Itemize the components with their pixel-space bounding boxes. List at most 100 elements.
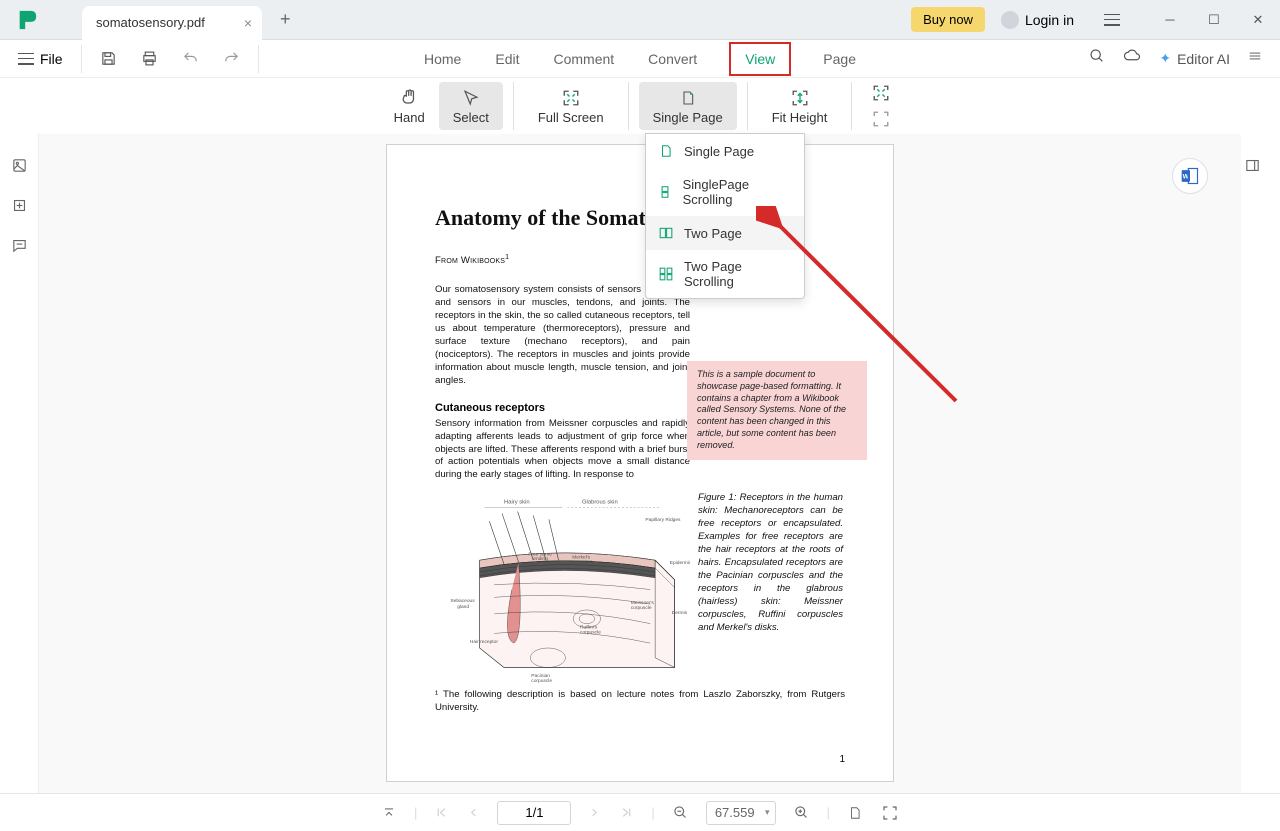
- bookmarks-icon[interactable]: [7, 193, 31, 217]
- titlebar: somatosensory.pdf × + Buy now Login in ─…: [0, 0, 1280, 40]
- buy-now-button[interactable]: Buy now: [911, 7, 985, 32]
- page-number-input[interactable]: [497, 801, 571, 825]
- page-number: 1: [839, 754, 845, 765]
- actual-size-icon[interactable]: [872, 109, 890, 129]
- thumbnails-icon[interactable]: [7, 153, 31, 177]
- fit-height-button[interactable]: Fit Height: [758, 82, 842, 130]
- scroll-top-icon[interactable]: [380, 806, 398, 820]
- left-sidebar: [0, 133, 39, 793]
- main-menu-icon[interactable]: [1090, 0, 1134, 40]
- convert-word-badge[interactable]: W: [1172, 158, 1208, 194]
- fit-height-label: Fit Height: [772, 110, 828, 125]
- zoom-in-icon[interactable]: [792, 805, 811, 820]
- pageview-dropdown-button[interactable]: Single Page: [639, 82, 737, 130]
- hand-icon: [400, 88, 419, 108]
- new-tab-button[interactable]: +: [280, 9, 291, 30]
- redo-icon[interactable]: [223, 50, 240, 67]
- cursor-icon: [462, 88, 480, 108]
- first-page-icon[interactable]: [433, 806, 450, 819]
- bottombar: | | 67.559 |: [0, 793, 1280, 831]
- page-icon: [680, 88, 696, 108]
- file-label: File: [40, 51, 63, 67]
- last-page-icon[interactable]: [618, 806, 635, 819]
- minimize-button[interactable]: ─: [1148, 0, 1192, 40]
- menu-edit[interactable]: Edit: [493, 42, 521, 76]
- print-icon[interactable]: [141, 50, 158, 67]
- single-page-label: Single Page: [653, 110, 723, 125]
- svg-text:gland: gland: [457, 604, 469, 610]
- select-tool-button[interactable]: Select: [439, 82, 503, 130]
- close-tab-icon[interactable]: ×: [244, 15, 252, 31]
- dropdown-single-scroll[interactable]: SinglePage Scrolling: [646, 168, 804, 216]
- pdf-page: Anatomy of the Somatosensory System From…: [386, 144, 894, 782]
- pageview-dropdown: Single Page SinglePage Scrolling Two Pag…: [645, 133, 805, 299]
- menu-view[interactable]: View: [729, 42, 791, 76]
- app-logo: [12, 5, 42, 35]
- figure-1-caption: Figure 1: Receptors in the human skin: M…: [698, 492, 843, 687]
- document-tab[interactable]: somatosensory.pdf ×: [82, 6, 262, 40]
- svg-text:Epidermis: Epidermis: [670, 560, 690, 566]
- doc-cutaneous: Sensory information from Meissner corpus…: [435, 418, 690, 483]
- tab-title: somatosensory.pdf: [96, 15, 205, 30]
- file-menu-icon: [18, 53, 34, 65]
- svg-text:receptor: receptor: [574, 559, 592, 565]
- editor-ai-label: Editor AI: [1177, 51, 1230, 67]
- fullscreen-button[interactable]: Full Screen: [524, 82, 618, 130]
- svg-text:corpuscle: corpuscle: [631, 605, 652, 611]
- close-window-button[interactable]: ✕: [1236, 0, 1280, 40]
- titlebar-right: Buy now Login in ─ ☐ ✕: [911, 0, 1280, 39]
- fit-page-icon[interactable]: [880, 805, 900, 821]
- topbar: File Home Edit Comment Convert View Page…: [0, 40, 1280, 78]
- svg-text:ending: ending: [533, 557, 548, 563]
- actual-pixel-icon[interactable]: [846, 805, 864, 821]
- prev-page-icon[interactable]: [466, 806, 481, 819]
- dropdown-single-page[interactable]: Single Page: [646, 134, 804, 168]
- dropdown-two-page-scroll[interactable]: Two Page Scrolling: [646, 250, 804, 298]
- avatar-icon: [1001, 11, 1019, 29]
- login-button[interactable]: Login in: [991, 11, 1084, 29]
- file-menu[interactable]: File: [0, 45, 82, 73]
- fit-width-icon[interactable]: [872, 83, 890, 103]
- more-icon[interactable]: [1248, 49, 1262, 68]
- two-page-icon: [658, 225, 674, 241]
- zoom-out-icon[interactable]: [671, 805, 690, 820]
- page-scroll-icon: [658, 184, 673, 200]
- svg-text:Dermis: Dermis: [672, 610, 688, 616]
- zoom-dropdown[interactable]: 67.559: [706, 801, 776, 825]
- editor-ai-button[interactable]: ✦ Editor AI: [1159, 50, 1230, 67]
- sparkle-icon: ✦: [1159, 50, 1171, 67]
- next-page-icon[interactable]: [587, 806, 602, 819]
- menu-comment[interactable]: Comment: [551, 42, 616, 76]
- save-icon[interactable]: [100, 50, 117, 67]
- svg-text:Papillary Ridges: Papillary Ridges: [645, 518, 681, 524]
- menu-page[interactable]: Page: [821, 42, 858, 76]
- select-label: Select: [453, 110, 489, 125]
- svg-text:corpuscle: corpuscle: [580, 630, 601, 636]
- panel-toggle-icon[interactable]: [1241, 153, 1265, 177]
- figure-1-image: Hairy skin Glabrous skin Papillary Ridge…: [435, 492, 690, 687]
- hand-tool-button[interactable]: Hand: [380, 82, 439, 130]
- undo-icon[interactable]: [182, 50, 199, 67]
- maximize-button[interactable]: ☐: [1192, 0, 1236, 40]
- dropdown-two-page[interactable]: Two Page: [646, 216, 804, 250]
- doc-intro: Our somatosensory system consists of sen…: [435, 284, 690, 388]
- fullscreen-label: Full Screen: [538, 110, 604, 125]
- comments-icon[interactable]: [7, 233, 31, 257]
- page-single-icon: [658, 143, 674, 159]
- svg-text:Glabrous skin: Glabrous skin: [582, 500, 618, 506]
- fullscreen-icon: [562, 88, 580, 108]
- sample-note: This is a sample document to showcase pa…: [687, 361, 867, 460]
- cloud-icon[interactable]: [1123, 47, 1141, 70]
- footnote: ¹ The following description is based on …: [435, 689, 845, 715]
- svg-text:corpuscle: corpuscle: [531, 678, 552, 684]
- search-icon[interactable]: [1089, 48, 1105, 69]
- menu-convert[interactable]: Convert: [646, 42, 699, 76]
- fit-height-icon: [791, 88, 809, 108]
- menu-home[interactable]: Home: [422, 42, 463, 76]
- hand-label: Hand: [394, 110, 425, 125]
- login-label: Login in: [1025, 12, 1074, 28]
- svg-text:Hair receptor: Hair receptor: [470, 639, 498, 645]
- view-ribbon: Hand Select Full Screen Single Page Fit …: [0, 78, 1280, 134]
- two-page-scroll-icon: [658, 266, 674, 282]
- document-viewport[interactable]: Anatomy of the Somatosensory System From…: [39, 134, 1241, 793]
